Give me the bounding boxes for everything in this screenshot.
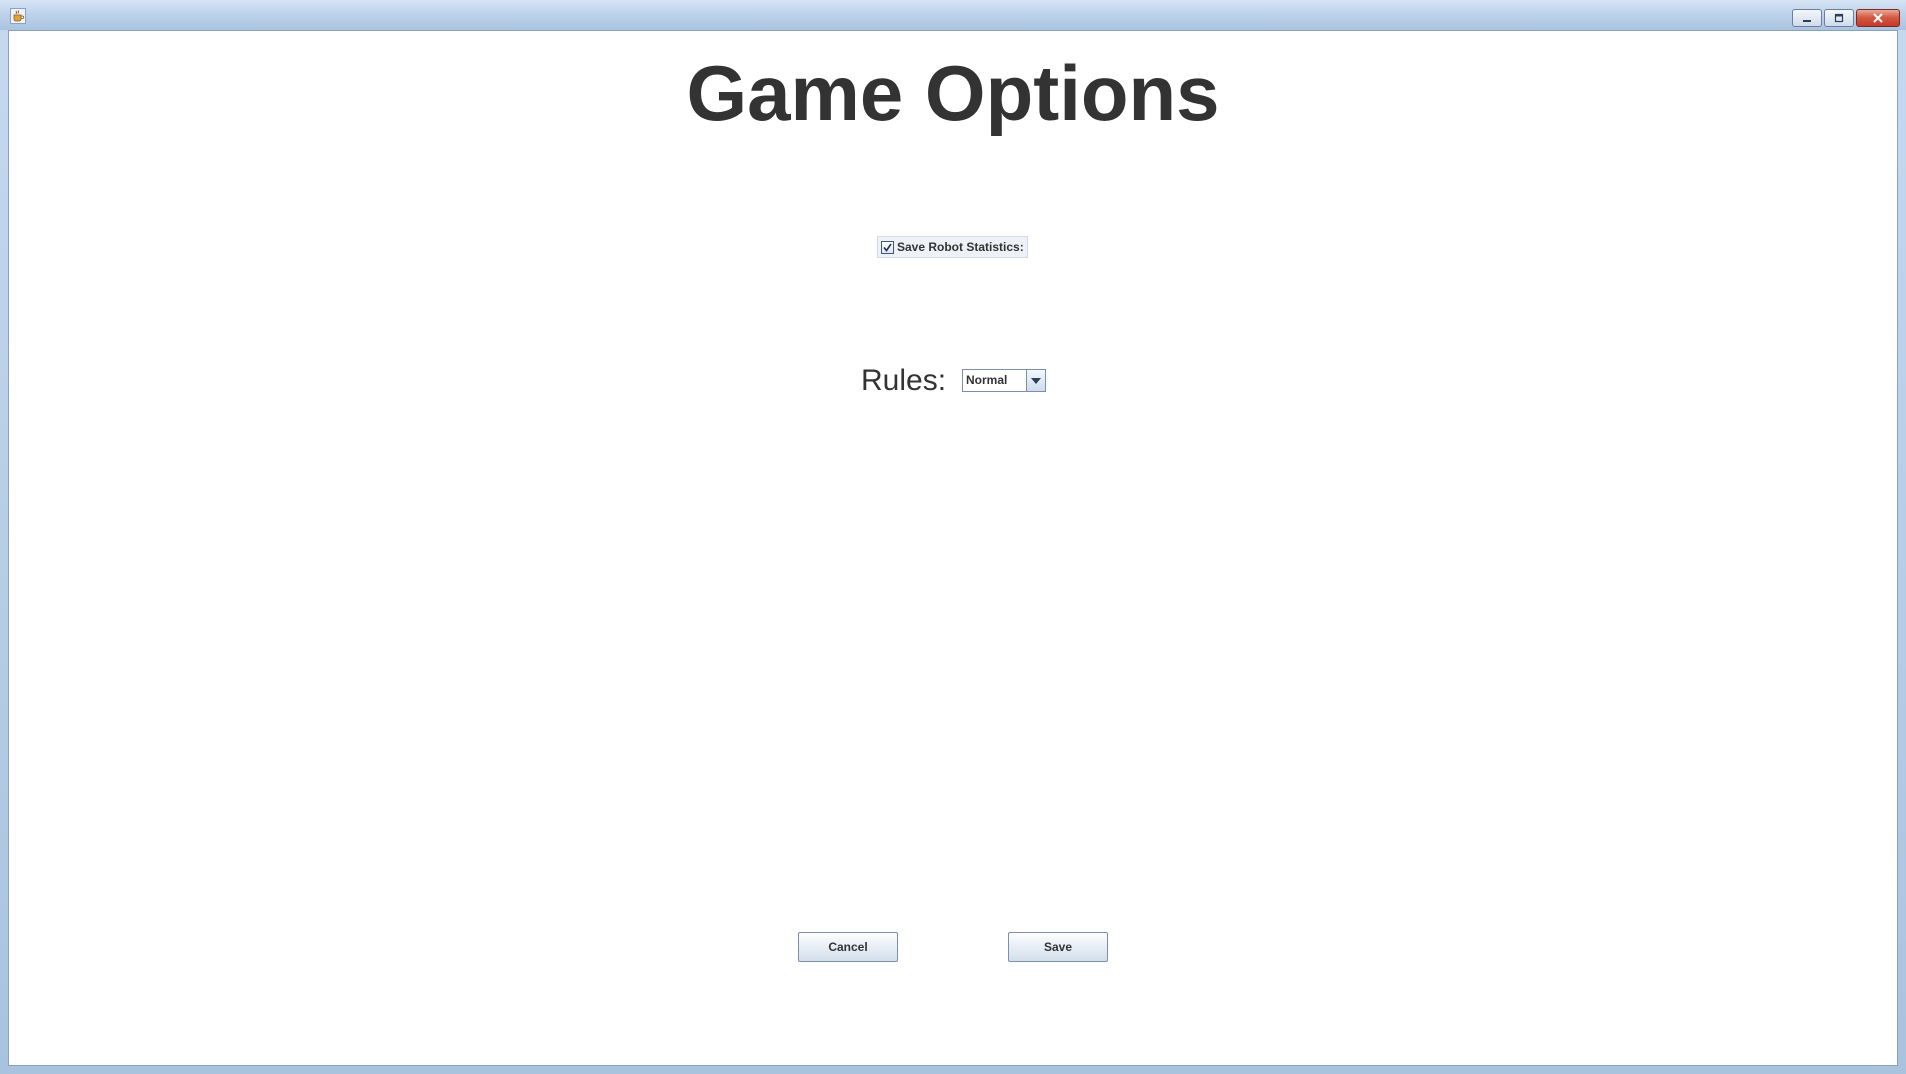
content-panel: Game Options Save Robot Statistics: Rule… xyxy=(8,30,1898,1066)
minimize-button[interactable] xyxy=(1792,9,1822,27)
save-robot-statistics-checkbox[interactable]: Save Robot Statistics: xyxy=(877,236,1028,258)
maximize-icon xyxy=(1834,13,1844,23)
close-icon xyxy=(1873,13,1883,23)
java-cup-icon xyxy=(10,8,26,24)
page-title: Game Options xyxy=(686,49,1220,137)
dropdown-arrow-button[interactable] xyxy=(1026,370,1045,391)
rules-dropdown[interactable]: Normal xyxy=(962,369,1046,392)
maximize-button[interactable] xyxy=(1824,9,1854,27)
chevron-down-icon xyxy=(1031,377,1041,384)
title-bar[interactable] xyxy=(0,0,1906,30)
rules-selected-value: Normal xyxy=(966,373,1008,387)
checkmark-icon xyxy=(883,243,892,252)
save-robot-statistics-label: Save Robot Statistics: xyxy=(897,240,1024,254)
window-controls xyxy=(1792,9,1900,27)
cancel-button[interactable]: Cancel xyxy=(798,932,898,962)
minimize-icon xyxy=(1803,20,1811,22)
app-window: Game Options Save Robot Statistics: Rule… xyxy=(0,0,1906,1074)
close-button[interactable] xyxy=(1856,9,1900,27)
rules-label: Rules: xyxy=(861,364,947,397)
checkbox-box[interactable] xyxy=(881,240,894,254)
save-button[interactable]: Save xyxy=(1008,932,1108,962)
